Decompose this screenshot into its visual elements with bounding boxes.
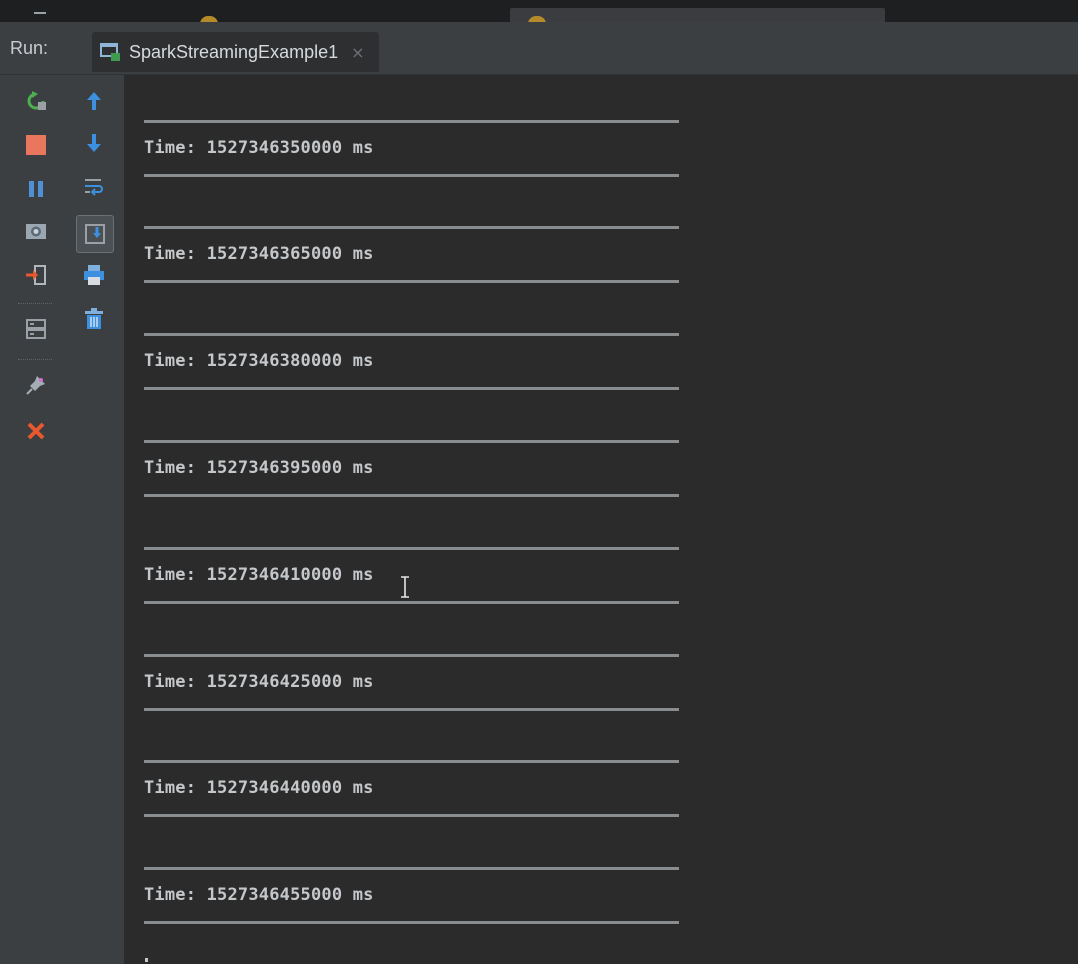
text-cursor-icon [400, 576, 410, 598]
separator-line [144, 547, 679, 550]
run-left-toolbar [0, 75, 67, 964]
soft-wrap-icon[interactable] [80, 173, 108, 201]
console-batch-block: Time: 1527346425000 ms [144, 609, 684, 715]
run-tab-spark-streaming[interactable]: SparkStreamingExample1 × [92, 32, 379, 72]
run-config-icon [100, 42, 122, 62]
separator-line [144, 867, 679, 870]
batch-time-line: Time: 1527346350000 ms [144, 138, 374, 158]
exit-icon[interactable] [22, 261, 50, 289]
close-icon[interactable] [22, 417, 50, 445]
print-icon[interactable] [80, 261, 108, 289]
scroll-up-icon[interactable] [80, 87, 108, 115]
layout-icon[interactable] [22, 315, 50, 343]
editor-tab-ghost [510, 8, 885, 22]
separator-line [144, 601, 679, 604]
run-label: Run: [10, 38, 49, 58]
window-top-strip [0, 0, 1078, 24]
separator-line [144, 708, 679, 711]
separator-line [144, 120, 679, 123]
console-batch-block: Time: 1527346410000 ms [144, 502, 684, 608]
scroll-to-end-icon[interactable] [76, 215, 114, 253]
pause-icon[interactable] [22, 175, 50, 203]
console-output[interactable]: Time: 1527346350000 ms Time: 15273463650… [124, 75, 1078, 964]
run-tool-window-header: Run: SparkStreamingExample1 × [0, 22, 1078, 75]
console-batch-block: Time: 1527346380000 ms [144, 288, 684, 394]
toolbar-separator [18, 303, 52, 304]
rerun-icon[interactable] [22, 87, 50, 115]
batch-time-line: Time: 1527346440000 ms [144, 778, 374, 798]
dump-threads-icon[interactable] [22, 217, 50, 245]
separator-line [144, 494, 679, 497]
menu-icon [34, 12, 46, 14]
separator-line [144, 226, 679, 229]
console-batch-block: Time: 1527346365000 ms [144, 181, 684, 287]
separator-line [144, 814, 679, 817]
batch-time-line: Time: 1527346380000 ms [144, 351, 374, 371]
batch-time-line: Time: 1527346365000 ms [144, 244, 374, 264]
console-batch-block: Time: 1527346395000 ms [144, 395, 684, 501]
toolbar-separator [18, 359, 52, 360]
text-caret [145, 958, 148, 962]
separator-line [144, 174, 679, 177]
run-tab-label: SparkStreamingExample1 [129, 41, 339, 62]
close-tab-icon[interactable]: × [351, 43, 364, 62]
separator-line [144, 280, 679, 283]
console-batch-block: Time: 1527346440000 ms [144, 715, 684, 821]
separator-line [144, 921, 679, 924]
scroll-down-icon[interactable] [80, 129, 108, 157]
pin-icon[interactable] [22, 371, 50, 399]
batch-time-line: Time: 1527346455000 ms [144, 885, 374, 905]
stop-icon[interactable] [22, 131, 50, 159]
batch-time-line: Time: 1527346395000 ms [144, 458, 374, 478]
batch-time-line: Time: 1527346410000 ms [144, 565, 374, 585]
console-batch-block: Time: 1527346350000 ms [144, 75, 684, 181]
separator-line [144, 387, 679, 390]
run-console-toolbar [66, 75, 124, 964]
separator-line [144, 760, 679, 763]
separator-line [144, 654, 679, 657]
separator-line [144, 440, 679, 443]
console-batch-block: Time: 1527346455000 ms [144, 822, 684, 928]
clear-all-icon[interactable] [80, 305, 108, 333]
batch-time-line: Time: 1527346425000 ms [144, 672, 374, 692]
separator-line [144, 333, 679, 336]
